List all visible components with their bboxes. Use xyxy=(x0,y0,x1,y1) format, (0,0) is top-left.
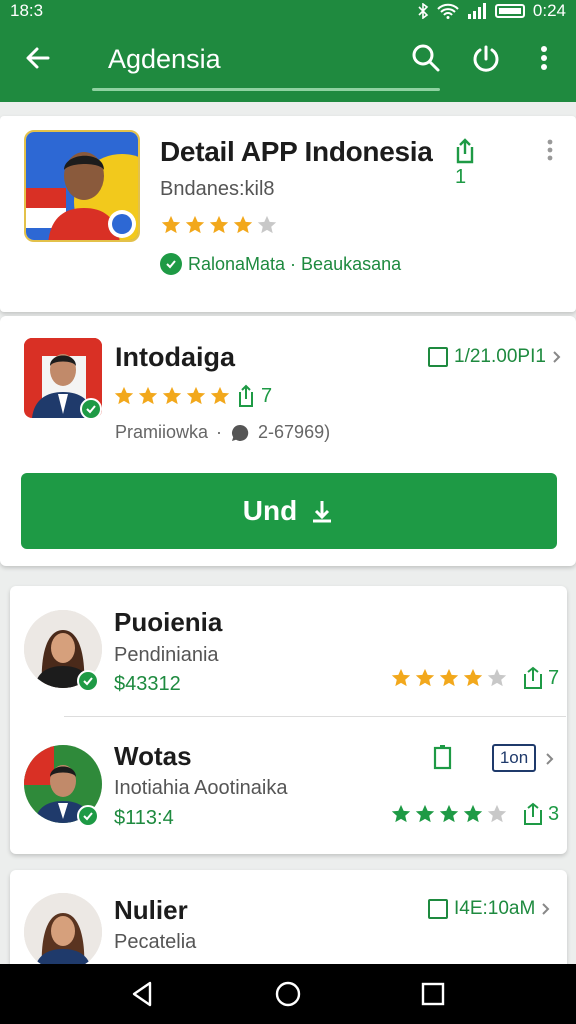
list-item-tag[interactable]: 1on xyxy=(492,744,536,772)
list-item-subtitle: Pecatelia xyxy=(114,931,197,953)
featured-app-subtitle: Bndanes:kil8 xyxy=(160,178,275,200)
featured-app-title[interactable]: Detail APP Indonesia xyxy=(160,136,433,168)
list-item-rating-row: 7 xyxy=(390,666,559,690)
list-item-avatar xyxy=(24,893,102,971)
star-icon xyxy=(439,804,459,823)
system-nav-bar xyxy=(0,964,576,1024)
list-item-rating xyxy=(390,803,508,825)
star-icon xyxy=(463,804,483,823)
list-item-share-count: 3 xyxy=(548,802,560,825)
search-underline xyxy=(92,88,440,91)
bluetooth-icon xyxy=(418,3,429,19)
star-icon xyxy=(257,215,277,234)
back-arrow-icon[interactable] xyxy=(22,42,54,74)
list-item-price: $43312 xyxy=(114,673,181,695)
nav-back-icon[interactable] xyxy=(128,979,158,1009)
chevron-right-icon xyxy=(542,903,550,915)
list-item-name[interactable]: Wotas xyxy=(114,741,192,772)
star-icon xyxy=(162,386,182,405)
featured-badge: RalonaMata · Beaukasana xyxy=(160,253,401,275)
battery-outline-icon xyxy=(433,745,452,770)
featured-share-count: 1 xyxy=(455,166,467,188)
app2-share-count: 7 xyxy=(261,384,273,407)
list-item-price: $113:4 xyxy=(114,807,174,829)
star-icon xyxy=(391,668,411,687)
wifi-icon xyxy=(437,3,459,19)
install-button-label: Und xyxy=(242,495,298,526)
star-icon xyxy=(487,804,507,823)
list-item-meta-text: I4E:10aM xyxy=(454,898,536,919)
list-item-rating xyxy=(390,667,508,689)
star-icon xyxy=(415,804,435,823)
power-icon[interactable] xyxy=(470,42,502,74)
star-icon xyxy=(186,386,206,405)
app2-meta-text: 1/21.00PI1 xyxy=(454,346,546,367)
battery-icon xyxy=(494,4,525,18)
star-icon xyxy=(415,668,435,687)
app-bar: Agdensia xyxy=(0,22,576,102)
featured-app-icon xyxy=(24,130,140,242)
star-icon xyxy=(391,804,411,823)
checkbox-icon[interactable] xyxy=(428,899,448,919)
star-icon xyxy=(114,386,134,405)
list-item-subtitle: Pendiniania xyxy=(114,644,219,666)
app2-developer: Pramiiowka xyxy=(115,422,209,442)
more-vert-icon[interactable] xyxy=(528,42,560,74)
featured-rating xyxy=(160,214,278,236)
search-icon[interactable] xyxy=(410,42,442,74)
app2-title[interactable]: Intodaiga xyxy=(115,342,235,373)
star-icon xyxy=(487,668,507,687)
list-item-meta[interactable]: I4E:10aM xyxy=(428,898,551,920)
list-item-rating-row: 3 xyxy=(390,802,559,826)
app2-meta[interactable]: 1/21.00PI1 xyxy=(428,346,562,368)
install-button[interactable]: Und xyxy=(21,473,557,549)
nav-home-icon[interactable] xyxy=(273,979,303,1009)
share-icon[interactable]: 1 xyxy=(455,138,487,188)
list-item-name[interactable]: Puoienia xyxy=(114,607,222,638)
share-icon[interactable] xyxy=(522,666,544,690)
app2-rating-row: 7 xyxy=(113,384,272,408)
list-item-verified-icon xyxy=(77,805,99,827)
signal-icon xyxy=(467,3,486,19)
nav-recents-icon[interactable] xyxy=(418,979,448,1009)
status-bar: 18:3 0:24 xyxy=(0,0,576,22)
app2-downloads: 2-67969) xyxy=(258,422,331,442)
featured-more-icon[interactable] xyxy=(542,138,558,162)
list-item-verified-icon xyxy=(77,670,99,692)
star-icon xyxy=(161,215,181,234)
share-icon[interactable] xyxy=(237,384,255,408)
star-icon xyxy=(138,386,158,405)
featured-badge-text: RalonaMata · Beaukasana xyxy=(188,253,402,274)
app2-developer-row: Pramiiowka · 2-67969) xyxy=(115,422,331,442)
chevron-right-icon xyxy=(553,351,561,363)
chat-bubble-icon xyxy=(232,424,249,441)
star-icon xyxy=(463,668,483,687)
list-item-subtitle: Inotiahia Aootinaika xyxy=(114,777,288,799)
download-icon xyxy=(313,501,332,523)
star-icon xyxy=(185,215,205,234)
status-time: 18:3 xyxy=(10,1,44,20)
star-icon xyxy=(210,386,230,405)
chevron-right-icon xyxy=(546,753,554,765)
share-icon[interactable] xyxy=(522,802,544,826)
list-item-share-count: 7 xyxy=(548,666,560,689)
status-clock: 0:24 xyxy=(532,1,566,20)
star-icon xyxy=(439,668,459,687)
verified-check-icon xyxy=(160,253,182,275)
checkbox-icon[interactable] xyxy=(428,347,448,367)
list-item-name[interactable]: Nulier xyxy=(114,895,188,926)
app-bar-title[interactable]: Agdensia xyxy=(108,44,221,75)
app2-rating xyxy=(113,385,231,407)
list-divider xyxy=(64,716,566,717)
app2-verified-icon xyxy=(80,398,102,420)
star-icon xyxy=(209,215,229,234)
star-icon xyxy=(233,215,253,234)
